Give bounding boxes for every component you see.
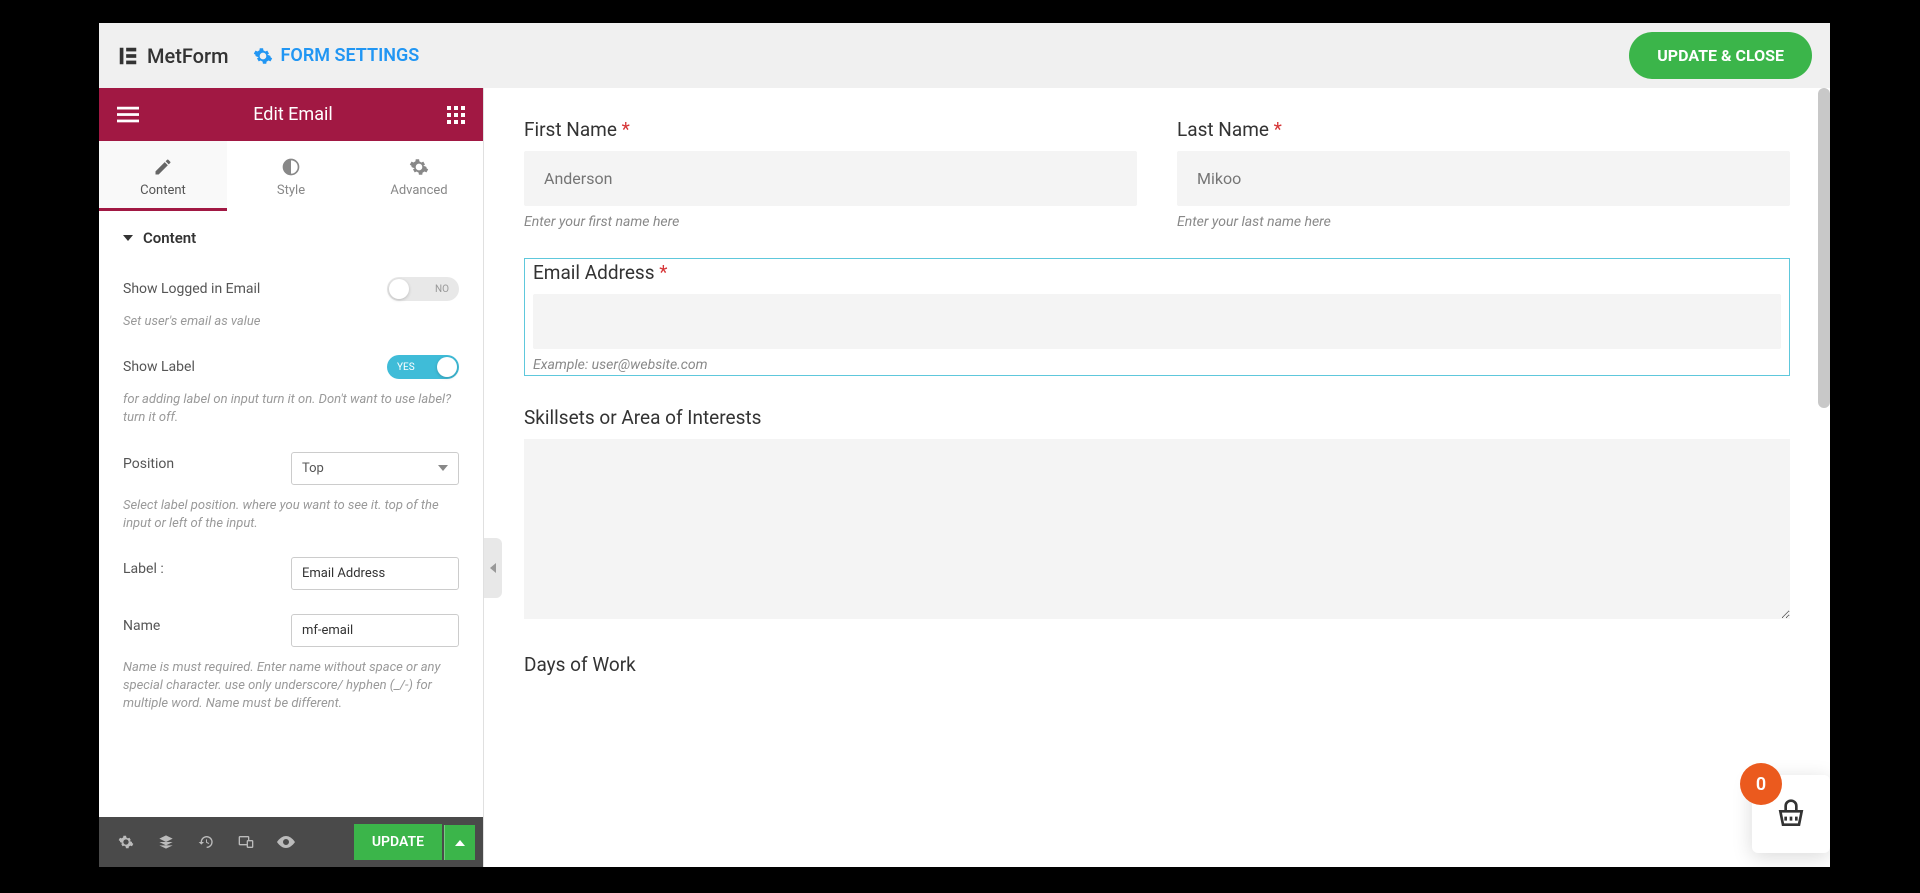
- cart-count-badge: 0: [1740, 763, 1782, 805]
- toggle-knob: [389, 279, 409, 299]
- name-field-label: Name: [123, 614, 279, 634]
- control-label-field: Label :: [99, 545, 483, 602]
- history-icon: [198, 834, 214, 850]
- days-field-block[interactable]: Days of Work: [524, 653, 1790, 676]
- settings-icon-button[interactable]: [107, 823, 145, 861]
- panel-scroll[interactable]: Content Show Logged in Email NO Set user…: [99, 211, 483, 817]
- label-field-label: Label :: [123, 557, 279, 577]
- gear-icon: [409, 157, 429, 177]
- collapse-sidebar-handle[interactable]: [484, 538, 502, 598]
- modal-header-left: MetForm FORM SETTINGS: [117, 44, 419, 68]
- last-name-field-block[interactable]: Last Name * Enter your last name here: [1177, 118, 1790, 230]
- pencil-icon: [153, 157, 173, 177]
- widgets-grid-icon[interactable]: [447, 106, 465, 124]
- position-select[interactable]: Top: [291, 452, 459, 485]
- modal-header: MetForm FORM SETTINGS UPDATE & CLOSE: [99, 23, 1830, 88]
- stack-icon: [158, 834, 174, 850]
- tab-style[interactable]: Style: [227, 141, 355, 211]
- basket-icon: [1775, 798, 1807, 830]
- show-logged-email-help: Set user's email as value: [99, 313, 483, 343]
- update-close-button[interactable]: UPDATE & CLOSE: [1629, 32, 1812, 79]
- last-name-input[interactable]: [1177, 151, 1790, 206]
- caret-down-icon: [123, 233, 133, 243]
- editor-sidebar: Edit Email Content Style Advanced: [99, 88, 484, 867]
- control-position: Position Top: [99, 440, 483, 497]
- form-preview-canvas[interactable]: First Name * Enter your first name here …: [484, 88, 1830, 867]
- days-label: Days of Work: [524, 653, 1790, 676]
- sidebar-tabs: Content Style Advanced: [99, 141, 483, 211]
- skillsets-field-block[interactable]: Skillsets or Area of Interests: [524, 406, 1790, 623]
- vertical-scrollbar[interactable]: [1818, 88, 1830, 408]
- tab-content[interactable]: Content: [99, 141, 227, 211]
- preview-icon-button[interactable]: [267, 823, 305, 861]
- responsive-icon-button[interactable]: [227, 823, 265, 861]
- control-show-label: Show Label YES: [99, 343, 483, 391]
- hamburger-icon[interactable]: [117, 106, 139, 124]
- email-hint: Example: user@website.com: [527, 357, 1787, 373]
- section-content-header[interactable]: Content: [99, 211, 483, 265]
- show-logged-email-label: Show Logged in Email: [123, 277, 375, 297]
- skillsets-label: Skillsets or Area of Interests: [524, 406, 1790, 429]
- sidebar-footer: UPDATE: [99, 817, 483, 867]
- email-field-block[interactable]: Email Address * Example: user@website.co…: [524, 258, 1790, 376]
- form-settings-label: FORM SETTINGS: [281, 45, 420, 66]
- position-value: Top: [302, 461, 324, 476]
- required-asterisk: *: [1274, 118, 1282, 141]
- elementor-icon: [117, 45, 139, 67]
- style-icon: [281, 157, 301, 177]
- control-name-field: Name: [99, 602, 483, 659]
- navigator-icon-button[interactable]: [147, 823, 185, 861]
- tab-content-label: Content: [140, 183, 186, 198]
- position-label: Position: [123, 452, 279, 472]
- name-field-help: Name is must required. Enter name withou…: [99, 659, 483, 726]
- required-asterisk: *: [659, 261, 667, 284]
- tab-style-label: Style: [277, 183, 305, 198]
- first-name-hint: Enter your first name here: [524, 214, 1137, 230]
- eye-icon: [277, 836, 295, 848]
- brand-text: MetForm: [147, 44, 229, 68]
- toggle-knob: [437, 357, 457, 377]
- form-row-names: First Name * Enter your first name here …: [524, 118, 1790, 230]
- chevron-left-icon: [490, 563, 496, 573]
- responsive-icon: [238, 834, 254, 850]
- sidebar-header: Edit Email: [99, 88, 483, 141]
- show-label-label: Show Label: [123, 355, 375, 375]
- toggle-no-label: NO: [425, 284, 459, 295]
- position-help: Select label position. where you want to…: [99, 497, 483, 545]
- required-asterisk: *: [622, 118, 630, 141]
- form-settings-button[interactable]: FORM SETTINGS: [253, 45, 420, 66]
- tab-advanced[interactable]: Advanced: [355, 141, 483, 211]
- skillsets-textarea[interactable]: [524, 439, 1790, 619]
- control-show-logged-email: Show Logged in Email NO: [99, 265, 483, 313]
- show-label-help: for adding label on input turn it on. Do…: [99, 391, 483, 439]
- first-name-field-block[interactable]: First Name * Enter your first name here: [524, 118, 1137, 230]
- gear-icon: [253, 46, 273, 66]
- email-input[interactable]: [533, 294, 1781, 349]
- chevron-down-icon: [438, 465, 448, 471]
- tab-advanced-label: Advanced: [390, 183, 447, 198]
- first-name-input[interactable]: [524, 151, 1137, 206]
- first-name-label: First Name *: [524, 118, 1137, 141]
- form-editor-modal: MetForm FORM SETTINGS UPDATE & CLOSE Edi…: [99, 23, 1830, 867]
- email-label: Email Address *: [527, 261, 1787, 284]
- gear-icon: [118, 834, 134, 850]
- brand: MetForm: [117, 44, 229, 68]
- update-options-button[interactable]: [444, 825, 475, 860]
- show-label-toggle[interactable]: YES: [387, 355, 459, 379]
- toggle-yes-label: YES: [387, 362, 425, 373]
- history-icon-button[interactable]: [187, 823, 225, 861]
- caret-up-icon: [455, 840, 465, 846]
- last-name-hint: Enter your last name here: [1177, 214, 1790, 230]
- section-content-label: Content: [143, 229, 196, 247]
- show-logged-email-toggle[interactable]: NO: [387, 277, 459, 301]
- last-name-label: Last Name *: [1177, 118, 1790, 141]
- name-field-input[interactable]: [291, 614, 459, 647]
- sidebar-title: Edit Email: [139, 104, 447, 125]
- modal-body: Edit Email Content Style Advanced: [99, 88, 1830, 867]
- cart-floating-button[interactable]: 0: [1752, 775, 1830, 853]
- update-button[interactable]: UPDATE: [354, 824, 442, 860]
- label-field-input[interactable]: [291, 557, 459, 590]
